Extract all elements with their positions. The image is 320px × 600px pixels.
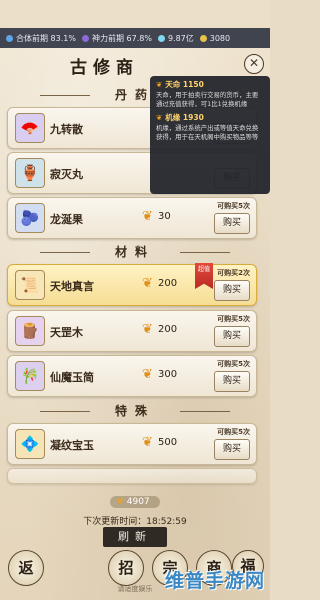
realm-text: 合体前期 83.1%: [16, 33, 76, 43]
tooltip-description: 机缘，通过系统产出或等值天命兑换获得，用于在天机阁中购买物品等等: [156, 124, 259, 141]
jade-text: 3080: [209, 33, 231, 43]
purchase-limit: 可购买5次: [217, 360, 250, 368]
value-badge: 超值: [195, 263, 213, 289]
tooltip-title: 机缘 1930: [165, 113, 204, 122]
shop-item-featured: 📜 天地真言 ❦ 200 超值 可购买2次 购买: [7, 263, 257, 306]
fruit-icon: 🫐: [15, 203, 45, 233]
close-button[interactable]: ✕: [244, 54, 264, 74]
section-materials: 材料: [40, 243, 230, 261]
item-price: 200: [158, 324, 178, 335]
tooltip-title: 天命 1150: [165, 80, 204, 89]
tooltip-heading: ❦ 机缘 1930: [156, 113, 264, 122]
shop-item: 💠 凝纹宝玉 ❦ 500 可购买5次 购买: [7, 423, 257, 465]
currency-leaf-icon: ❦: [116, 497, 124, 507]
coin-icon: [199, 34, 207, 42]
balance-value: 4907: [126, 497, 150, 507]
stones-status: 9.87亿: [157, 33, 194, 44]
currency-leaf-icon: ❦: [142, 322, 153, 337]
power-icon: [81, 34, 89, 42]
nav-recruit-button[interactable]: 招: [108, 550, 144, 586]
buy-button[interactable]: 购买: [214, 326, 250, 347]
shop-item: 🪵 天罡木 ❦ 200 可购买5次 购买: [7, 310, 257, 352]
item-name: 仙魔玉简: [50, 371, 94, 384]
item-name: 天地真言: [50, 280, 94, 293]
item-price: 300: [158, 369, 178, 380]
balance-pill: ❦ 4907: [110, 496, 160, 508]
buy-button[interactable]: 购买: [214, 213, 250, 234]
jade-icon: 💠: [15, 429, 45, 459]
shop-item: 🎋 仙魔玉简 ❦ 300 可购买5次 购买: [7, 355, 257, 397]
power-status: 神力前期 67.8%: [81, 33, 152, 44]
refresh-button[interactable]: 刷新: [103, 527, 167, 547]
purchase-limit: 可购买5次: [217, 202, 250, 210]
wood-icon: 🪵: [15, 316, 45, 346]
buy-button[interactable]: 购买: [214, 371, 250, 392]
fan-icon: 🪭: [15, 113, 45, 143]
tooltip-description: 天命，用于拍卖行交易的货币，主要通过充值获得，可1比1兑换机缘: [156, 91, 259, 108]
header: 古修商 ✕: [0, 48, 270, 78]
item-price: 30: [158, 211, 171, 222]
destiny-icon: ❦: [156, 80, 163, 89]
refresh-timer: 下次更新时间：18:52:59: [83, 517, 187, 527]
shop-item: 🫐 龙涎果 ❦ 30 可购买5次 购买: [7, 197, 257, 239]
currency-leaf-icon: ❦: [142, 276, 153, 291]
item-price: 200: [158, 278, 178, 289]
page-title: 古修商: [70, 58, 139, 78]
stones-text: 9.87亿: [167, 33, 194, 43]
tooltip-heading: ❦ 天命 1150: [156, 80, 264, 89]
item-price: 500: [158, 437, 178, 448]
slip-icon: 🎋: [15, 361, 45, 391]
nav-back-button[interactable]: 返: [8, 550, 44, 586]
currency-leaf-icon: ❦: [142, 367, 153, 382]
item-name: 龙涎果: [50, 213, 83, 226]
currency-balance: ❦ 4907: [0, 496, 270, 508]
scroll-icon: 📜: [15, 270, 45, 300]
item-name: 寂灭丸: [50, 168, 83, 181]
purchase-limit: 可购买2次: [217, 269, 250, 277]
item-name: 九转散: [50, 123, 83, 136]
purchase-limit: 可购买5次: [217, 315, 250, 323]
buy-button[interactable]: 购买: [214, 280, 250, 301]
spirit-stone-icon: [157, 34, 165, 42]
fortune-icon: ❦: [156, 113, 163, 122]
top-bar: [0, 0, 270, 28]
power-text: 神力前期 67.8%: [91, 33, 152, 43]
status-bar: 合体前期 83.1% 神力前期 67.8% 9.87亿 3080: [0, 28, 270, 48]
vase-icon: 🏺: [15, 158, 45, 188]
currency-tooltip: ❦ 天命 1150 天命，用于拍卖行交易的货币，主要通过充值获得，可1比1兑换机…: [150, 76, 270, 194]
item-name: 天罡木: [50, 326, 83, 339]
shop-item-partial: [7, 468, 257, 484]
item-name: 凝纹宝玉: [50, 439, 94, 452]
buy-button[interactable]: 购买: [214, 439, 250, 460]
watermark-logo: 维普手游网: [164, 570, 265, 592]
realm-icon: [6, 34, 13, 42]
section-special: 特殊: [40, 402, 230, 420]
currency-leaf-icon: ❦: [142, 209, 153, 224]
currency-leaf-icon: ❦: [142, 435, 153, 450]
purchase-limit: 可购买5次: [217, 428, 250, 436]
realm-status: 合体前期 83.1%: [6, 33, 76, 44]
jade-status: 3080: [199, 33, 231, 43]
